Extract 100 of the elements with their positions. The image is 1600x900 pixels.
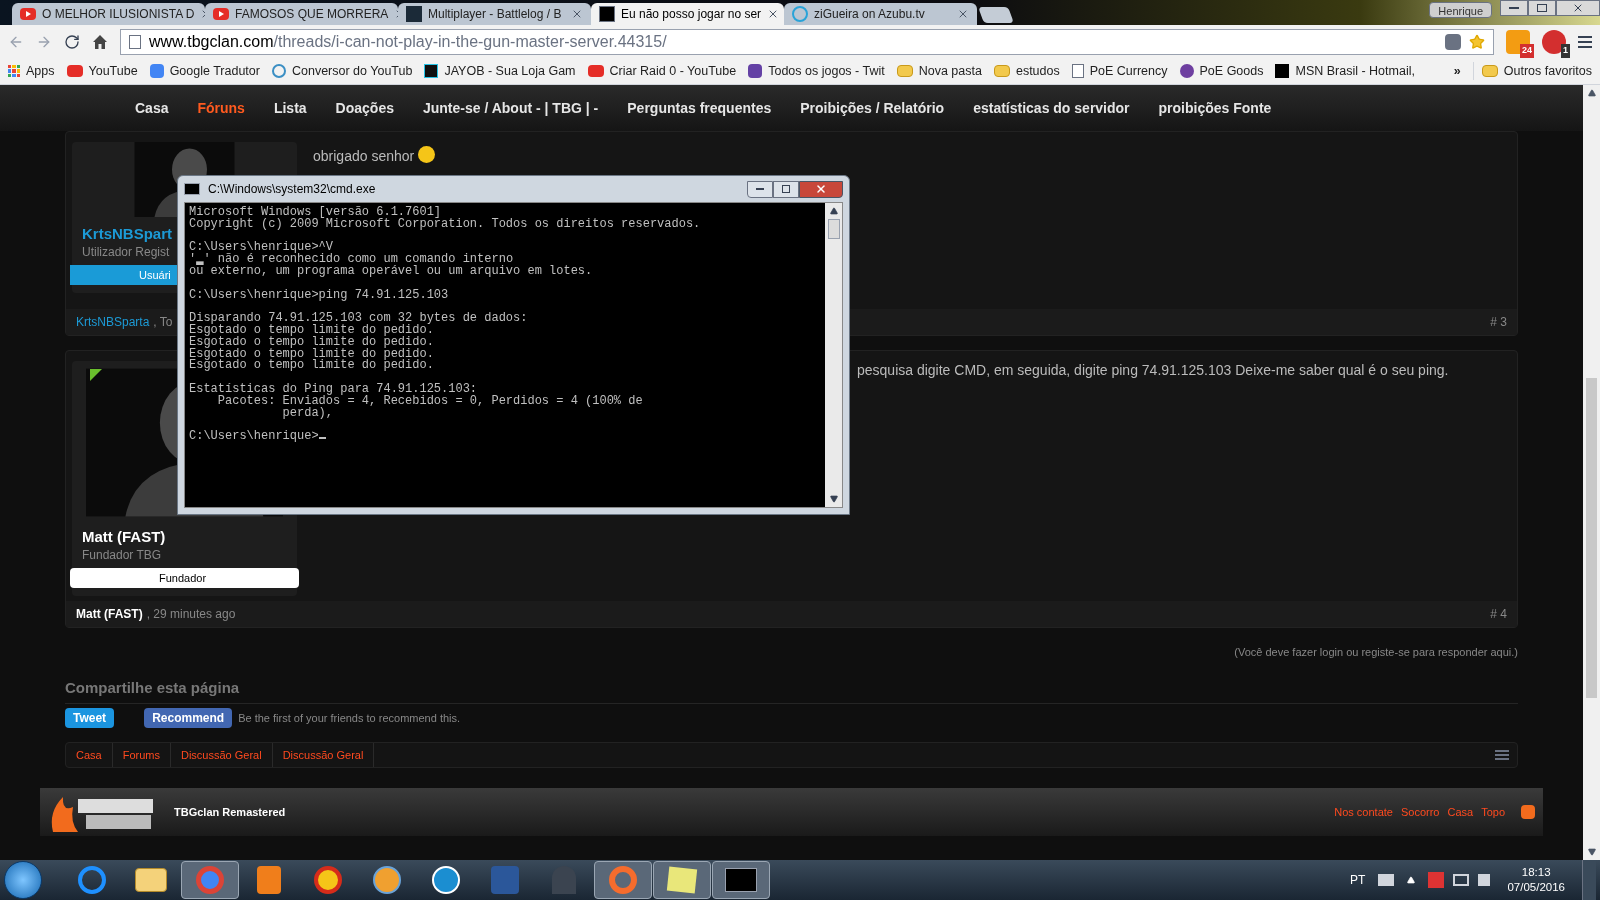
home-icon[interactable]: [92, 33, 108, 50]
bookmark[interactable]: estudos: [993, 61, 1060, 81]
close-button[interactable]: [1556, 0, 1600, 16]
nav-link[interactable]: Proibições / Relatório: [800, 97, 945, 119]
more-bookmarks-button[interactable]: »: [1453, 61, 1461, 81]
corner-icon: [90, 369, 102, 381]
clock-date: 07/05/2016: [1507, 880, 1565, 895]
folder-icon: [896, 65, 913, 77]
youtube-icon: [213, 8, 229, 20]
console-output: Microsoft Windows [versão 6.1.7601] Copyright (c) 2009 Microsoft Corporation. Todos os direitos reservados. C:\Users\henrique>^V '▂' não é reconhecido como um comando interno ou externo, um programa operável ou um arquivo em lotes. C:\Users\henrique>ping 74.91.125.103 Disparando 74.91.125.103 com 32 bytes de dados: Esgotado o tempo limite do pedido. Esgotado o tempo limite do pedido. Esgotado o tempo limite do pedido. Esgotado o tempo limite do pedido. Estatísticas do Ping para 74.91.125.103: Pacotes: Enviados = 4, Recebidos = 0, Perdidos = 4 (100% de perda), C:\Users\henrique>: [185, 203, 825, 507]
star-icon[interactable]: [1469, 33, 1485, 50]
scrollbar[interactable]: [825, 203, 842, 507]
footer-link[interactable]: Socorro: [1400, 803, 1440, 821]
breadcrumb-link[interactable]: Casa: [66, 743, 113, 767]
scroll-thumb[interactable]: [1586, 377, 1597, 698]
profile-button[interactable]: Henrique: [1429, 2, 1492, 18]
nav-link[interactable]: Perguntas frequentes: [627, 97, 772, 119]
browser-tab[interactable]: FAMOSOS QUE MORRERA: [205, 3, 398, 25]
language-indicator[interactable]: PT: [1350, 871, 1366, 889]
bookmark[interactable]: Outros favoritos: [1472, 61, 1592, 81]
post-number[interactable]: # 3: [1490, 313, 1507, 331]
bookmark[interactable]: PoE Currency: [1071, 61, 1168, 81]
scroll-down-icon[interactable]: [1587, 848, 1596, 856]
user-banner: Fundador: [70, 568, 299, 588]
address-bar[interactable]: www.tbgclan.com/threads/i-can-not-play-in-the-gun-master-server.44315/: [120, 28, 1494, 55]
nav-link[interactable]: Casa: [135, 97, 169, 119]
bookmark[interactable]: JAYOB - Sua Loja Gam: [424, 61, 576, 81]
menu-icon[interactable]: [1495, 750, 1509, 760]
site-name: TBGclan Remastered: [174, 804, 286, 820]
terminal-icon: [725, 868, 757, 892]
bookmark[interactable]: Todos os jogos - Twit: [748, 61, 885, 81]
username[interactable]: KrtsNBSpart: [82, 225, 172, 243]
post-message: pesquisa digite CMD, em seguida, digite ping 74.91.125.103 Deixe-me saber qual é o seu ping.: [857, 361, 1449, 380]
nav-link[interactable]: proibições Fonte: [1158, 97, 1272, 119]
user-title: Fundador TBG: [82, 547, 162, 564]
taskbar-button[interactable]: [712, 861, 770, 899]
bookmark[interactable]: Conversor do YouTub: [271, 61, 413, 81]
post-number[interactable]: # 4: [1490, 605, 1507, 623]
reload-icon[interactable]: [64, 33, 80, 50]
bookmark[interactable]: Nova pasta: [896, 61, 982, 81]
maximize-button[interactable]: [773, 180, 799, 198]
bookmark[interactable]: Apps: [8, 61, 55, 81]
minimize-button[interactable]: [747, 180, 773, 198]
text-cursor: [318, 437, 326, 440]
flag-icon[interactable]: [1428, 872, 1445, 888]
post-author[interactable]: KrtsNBSparta: [76, 313, 150, 331]
nav-link[interactable]: Junte-se / About - | TBG | -: [422, 97, 599, 119]
new-tab-button[interactable]: [978, 7, 1014, 23]
rss-icon[interactable]: [1521, 805, 1535, 819]
bookmark[interactable]: Google Tradutor: [149, 61, 260, 81]
youtube-icon: [587, 65, 604, 77]
sticky-note-icon: [666, 866, 698, 894]
browser-tab[interactable]: Multiplayer - Battlelog / B: [398, 3, 591, 25]
logo-icon: [406, 6, 422, 22]
menu-icon[interactable]: [1578, 35, 1592, 48]
share-heading: Compartilhe esta página: [65, 676, 1518, 704]
footer-link[interactable]: Nos contate: [1334, 803, 1393, 821]
post-time: , To: [153, 314, 173, 331]
scroll-up-icon[interactable]: [829, 207, 838, 215]
show-hidden-icon[interactable]: [1407, 876, 1416, 884]
username[interactable]: Matt (FAST): [82, 528, 166, 546]
post-message: obrigado senhor: [313, 147, 415, 166]
logo-icon: [599, 6, 615, 22]
browser-tab[interactable]: O MELHOR ILUSIONISTA D: [12, 3, 205, 25]
nav-link[interactable]: Fóruns: [197, 97, 245, 119]
bookmark[interactable]: MSN Brasil - Hotmail,: [1275, 61, 1415, 81]
scroll-up-icon[interactable]: [1587, 89, 1596, 97]
scroll-thumb[interactable]: [827, 219, 840, 239]
close-icon[interactable]: [957, 8, 969, 20]
tab-title: FAMOSOS QUE MORRERA: [235, 6, 389, 23]
close-button[interactable]: [799, 180, 843, 198]
close-icon[interactable]: [571, 8, 583, 20]
close-icon: [815, 183, 827, 195]
bookmark[interactable]: PoE Goods: [1179, 61, 1264, 81]
breadcrumb-link[interactable]: Discussão Geral: [170, 743, 273, 767]
login-note: (Você deve fazer login ou registe-se para responder aqui.): [1234, 645, 1518, 660]
youtube-icon: [20, 8, 36, 20]
post-author[interactable]: Matt (FAST): [76, 605, 143, 623]
nav-link[interactable]: Doações: [335, 97, 394, 119]
maximize-button[interactable]: [1528, 0, 1556, 16]
clock[interactable]: 18:13 07/05/2016: [1507, 865, 1565, 895]
post-time: , 29 minutes ago: [146, 606, 236, 623]
minimize-button[interactable]: [1500, 0, 1528, 16]
logo-icon: [1275, 64, 1290, 78]
tab-title: Eu não posso jogar no ser: [621, 6, 762, 23]
bookmark[interactable]: YouTube: [66, 61, 138, 81]
nav-link[interactable]: Lista: [273, 97, 307, 119]
nav-link[interactable]: estatísticas do servidor: [973, 97, 1130, 119]
breadcrumb-link[interactable]: Forums: [112, 743, 171, 767]
footer-link[interactable]: Casa: [1447, 803, 1474, 821]
start-button[interactable]: [4, 861, 42, 899]
footer-link[interactable]: Topo: [1481, 803, 1505, 821]
page-scrollbar[interactable]: [1583, 85, 1600, 860]
browser-tab[interactable]: ziGueira on Azubu.tv: [784, 3, 977, 25]
browser-tab[interactable]: Eu não posso jogar no ser: [591, 3, 784, 25]
breadcrumb-link[interactable]: Discussão Geral: [272, 743, 375, 767]
bookmark[interactable]: Criar Raid 0 - YouTube: [587, 61, 737, 81]
clock-time: 18:13: [1521, 865, 1551, 880]
scroll-down-icon[interactable]: [829, 495, 838, 503]
recommend-button[interactable]: Recommend: [144, 708, 233, 728]
